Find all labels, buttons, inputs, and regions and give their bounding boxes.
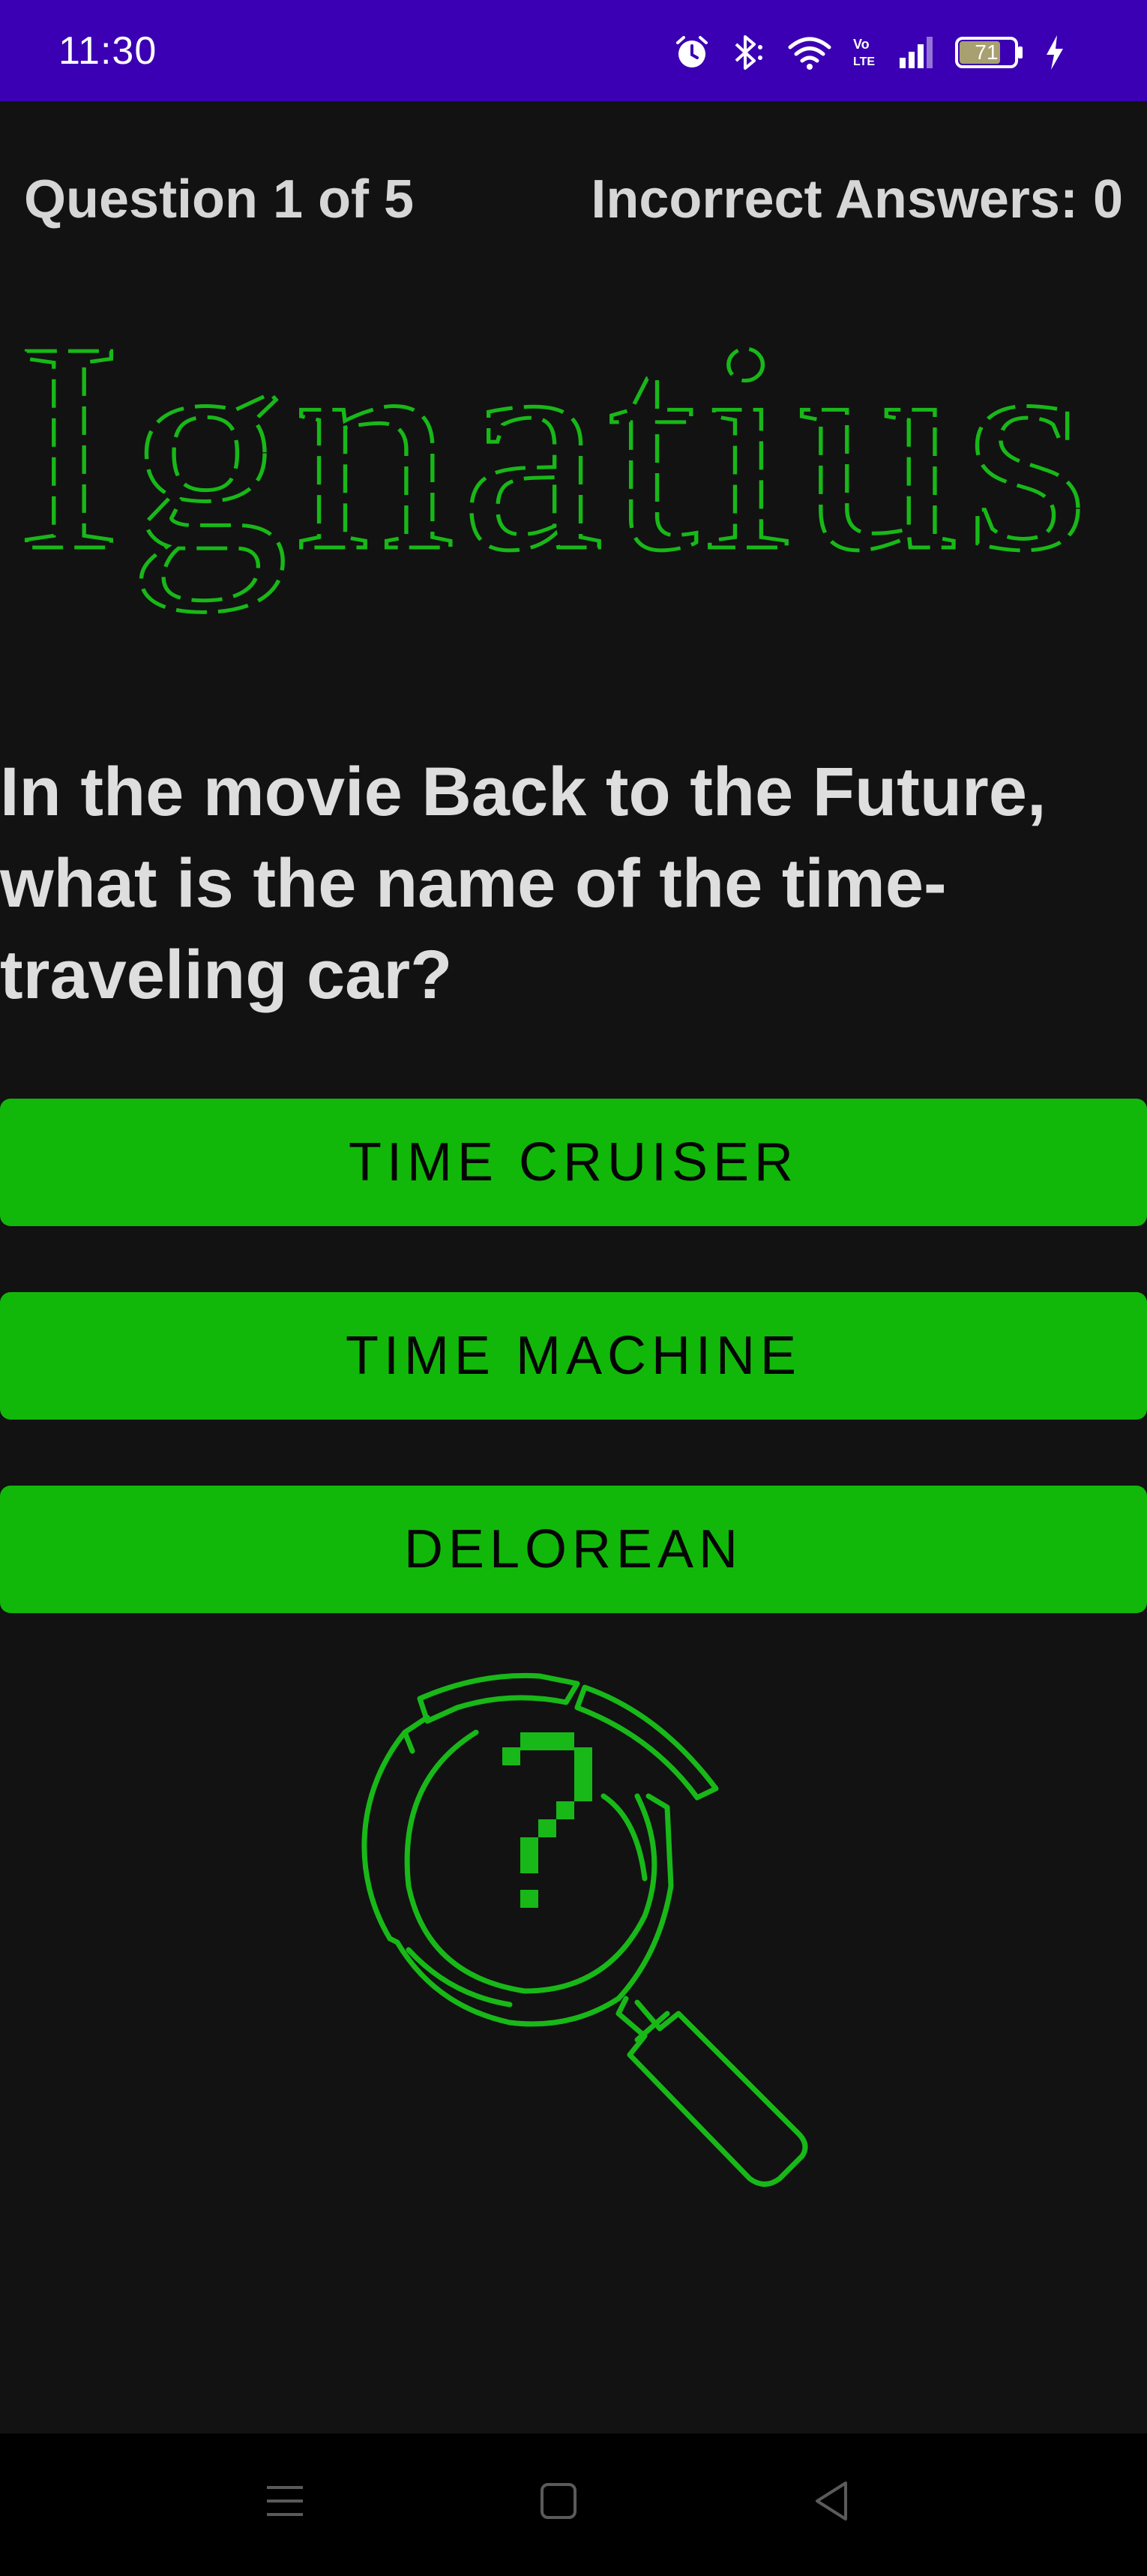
back-icon[interactable] bbox=[810, 2479, 855, 2527]
battery-icon: 71 bbox=[955, 36, 1024, 69]
signal-icon bbox=[898, 34, 936, 71]
charging-icon bbox=[1044, 34, 1065, 71]
bluetooth-icon bbox=[730, 32, 768, 73]
question-counter: Question 1 of 5 bbox=[24, 169, 415, 229]
status-bar: 11:30 Vo LTE 71 bbox=[0, 0, 1147, 101]
answer-button-delorean[interactable]: DELOREAN bbox=[0, 1486, 1147, 1613]
volte-icon: Vo LTE bbox=[852, 34, 879, 71]
status-time: 11:30 bbox=[58, 29, 157, 73]
answer-button-time-cruiser[interactable]: TIME CRUISER bbox=[0, 1099, 1147, 1226]
battery-level: 71 bbox=[975, 40, 999, 64]
incorrect-answers-counter: Incorrect Answers: 0 bbox=[591, 169, 1123, 229]
alarm-icon bbox=[673, 34, 711, 71]
ignatius-ascii-logo: Ignatius bbox=[0, 240, 1147, 690]
svg-text:LTE: LTE bbox=[853, 55, 875, 68]
svg-text:Ignatius: Ignatius bbox=[15, 280, 1095, 613]
question-text: In the movie Back to the Future, what is… bbox=[0, 754, 1047, 1013]
svg-text:Vo: Vo bbox=[853, 37, 870, 52]
quiz-header: Question 1 of 5 Incorrect Answers: 0 bbox=[0, 169, 1147, 236]
wifi-icon bbox=[787, 34, 832, 71]
system-nav-bar bbox=[0, 2434, 1147, 2576]
recents-icon[interactable] bbox=[262, 2479, 307, 2527]
home-icon[interactable] bbox=[536, 2479, 581, 2527]
answer-button-time-machine[interactable]: TIME MACHINE bbox=[0, 1292, 1147, 1420]
magnifying-glass-question-icon bbox=[315, 1661, 870, 2209]
status-icons: Vo LTE 71 bbox=[673, 30, 1065, 75]
